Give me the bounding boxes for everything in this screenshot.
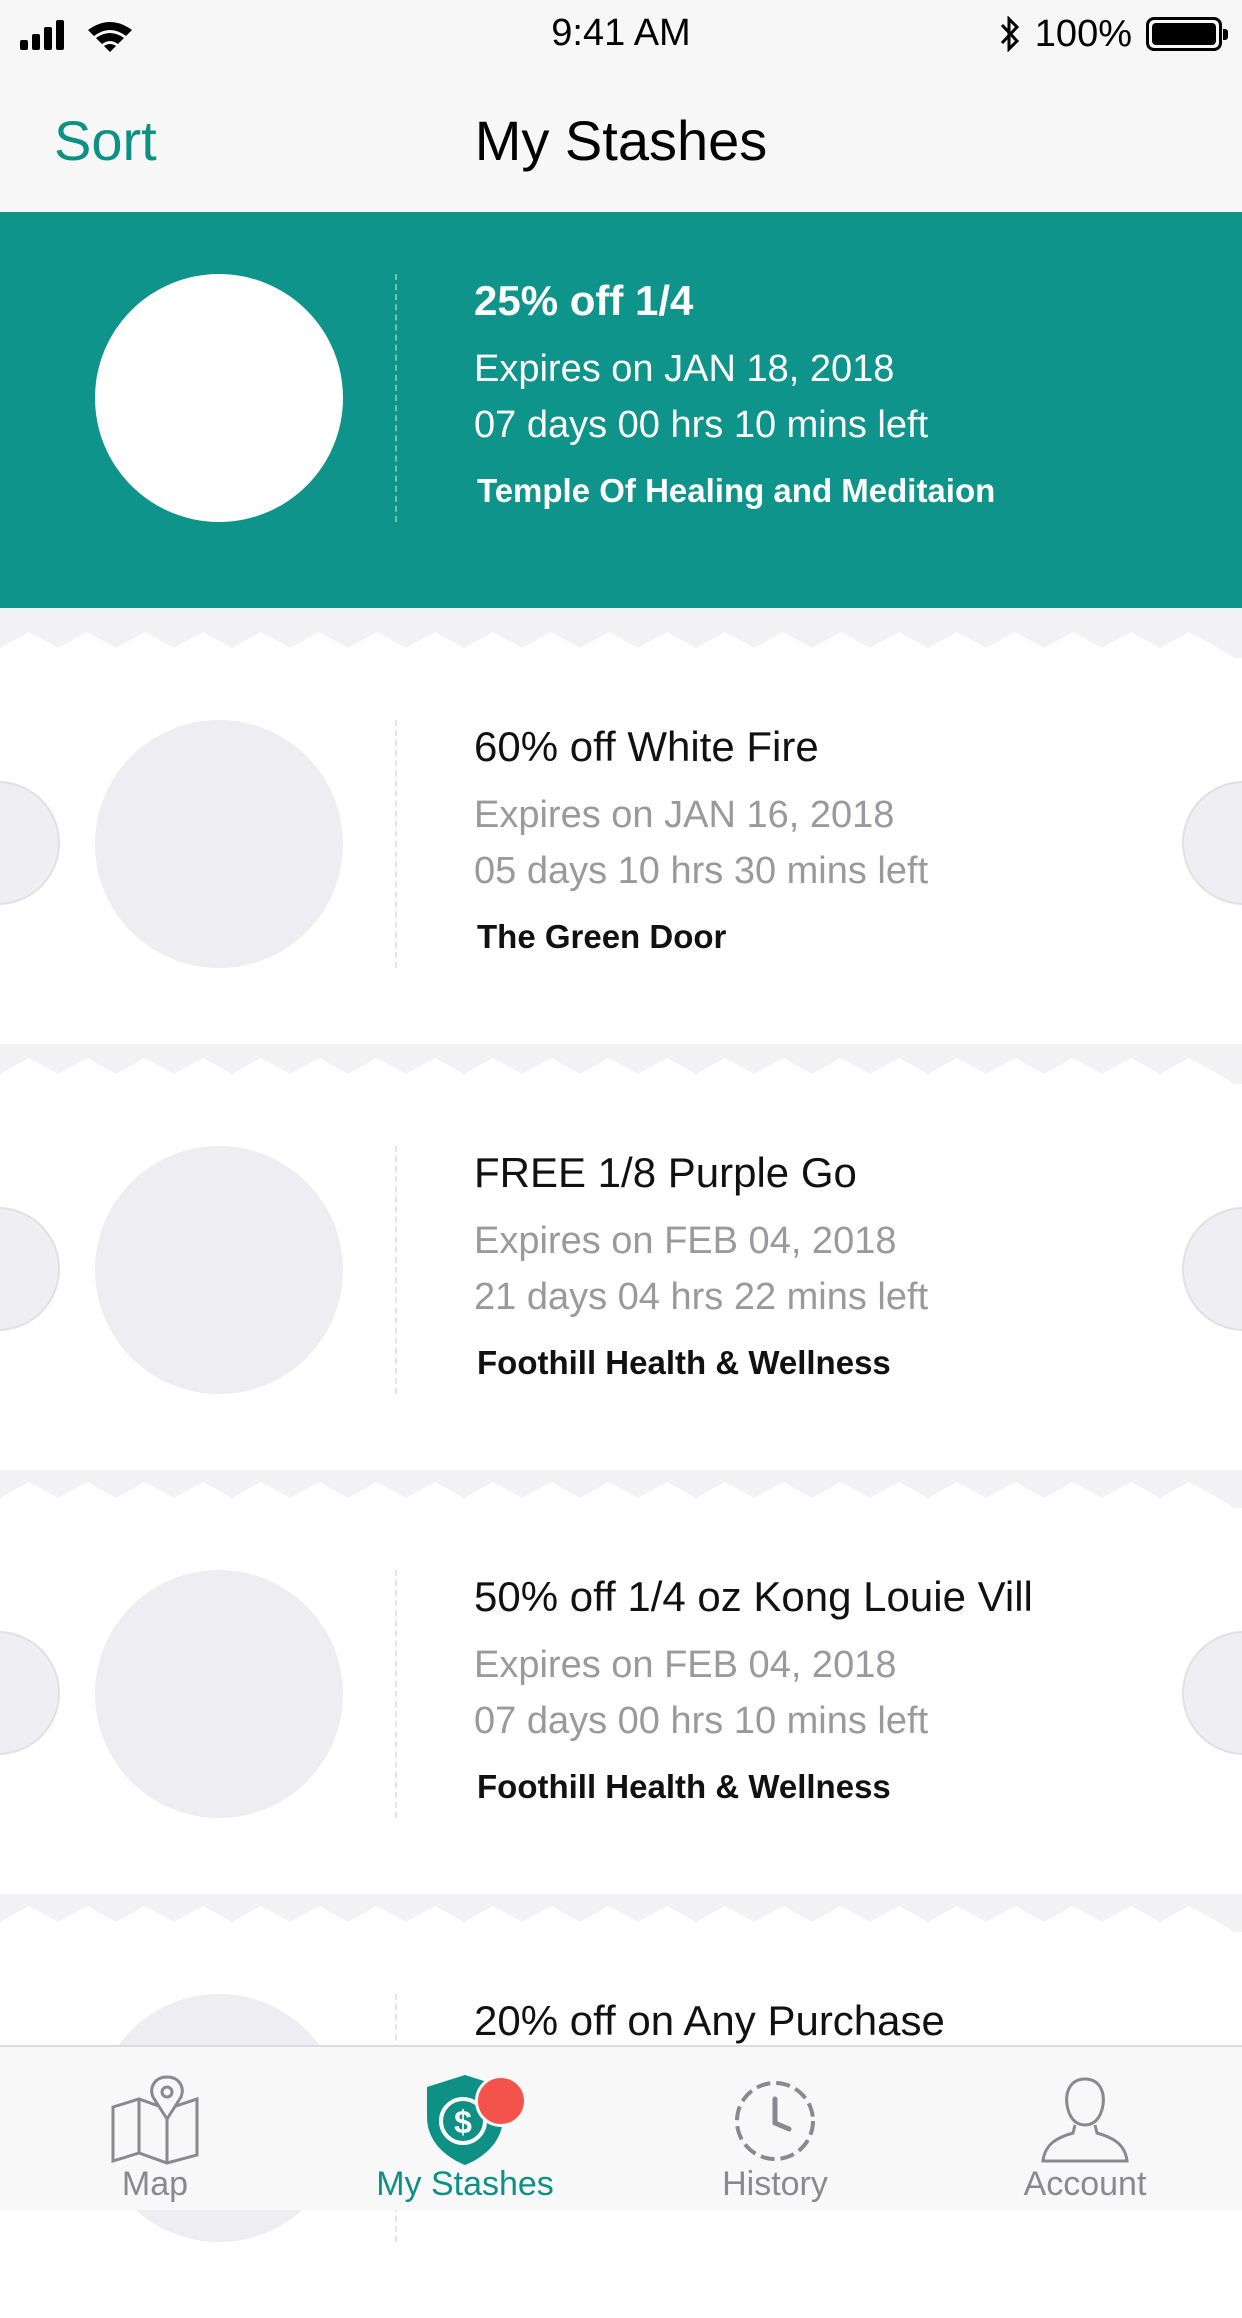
coupon-store: The Green Door xyxy=(477,918,727,955)
svg-text:$: $ xyxy=(454,2104,472,2140)
coupon-expiry: Expires on FEB 04, 2018 xyxy=(474,1644,897,1686)
coupon-time-left: 21 days 04 hrs 22 mins left xyxy=(474,1276,929,1318)
tab-bar: Map $ My Stashes History Account xyxy=(0,2045,1242,2210)
tab-my-stashes[interactable]: $ My Stashes xyxy=(310,2047,620,2210)
coupon-card[interactable]: 50% off 1/4 oz Kong Louie Vill Expires o… xyxy=(0,1508,1242,1894)
coupon-zigzag-edge xyxy=(0,1058,1242,1088)
tab-history[interactable]: History xyxy=(620,2047,930,2210)
tab-label: My Stashes xyxy=(376,2165,554,2203)
coupon-time-left: 07 days 00 hrs 10 mins left xyxy=(474,1700,929,1742)
coupon-logo xyxy=(95,274,343,522)
coupon-logo xyxy=(95,720,343,968)
coupon-title: 60% off White Fire xyxy=(474,723,819,770)
tab-account[interactable]: Account xyxy=(930,2047,1240,2210)
coupon-title: FREE 1/8 Purple Go xyxy=(474,1149,857,1196)
coupon-time-left: 05 days 10 hrs 30 mins left xyxy=(474,850,929,892)
battery-icon xyxy=(1146,17,1228,51)
coupon-zigzag-edge xyxy=(0,632,1242,662)
coupon-zigzag-edge xyxy=(0,1482,1242,1512)
navigation-bar: Sort My Stashes xyxy=(0,66,1242,213)
coupon-expiry: Expires on JAN 18, 2018 xyxy=(474,348,895,390)
coupon-logo xyxy=(95,1146,343,1394)
bluetooth-icon xyxy=(1000,16,1019,52)
battery-percent: 100% xyxy=(1034,12,1132,55)
coupon-divider xyxy=(395,1570,397,1818)
coupon-divider xyxy=(395,274,397,522)
coupon-store: Foothill Health & Wellness xyxy=(477,1768,891,1805)
tab-label: History xyxy=(722,2165,828,2203)
page-title: My Stashes xyxy=(474,109,768,172)
map-icon xyxy=(111,2075,199,2165)
notification-badge xyxy=(475,2075,527,2127)
coupon-zigzag-edge xyxy=(0,1906,1242,1936)
coupon-card[interactable]: FREE 1/8 Purple Go Expires on FEB 04, 20… xyxy=(0,1084,1242,1470)
coupon-divider xyxy=(395,1146,397,1394)
coupon-time-left: 07 days 00 hrs 10 mins left xyxy=(474,404,929,446)
coupon-title: 50% off 1/4 oz Kong Louie Vill xyxy=(474,1573,1033,1620)
coupon-expiry: Expires on JAN 16, 2018 xyxy=(474,794,895,836)
coupon-logo xyxy=(95,1570,343,1818)
coupon-store: Foothill Health & Wellness xyxy=(477,1344,891,1381)
coupon-card-active[interactable]: 25% off 1/4 Expires on JAN 18, 2018 07 d… xyxy=(0,212,1242,608)
coupon-store: Temple Of Healing and Meditaion xyxy=(477,472,996,509)
tab-label: Account xyxy=(1023,2165,1147,2203)
coupon-card[interactable]: 60% off White Fire Expires on JAN 16, 20… xyxy=(0,658,1242,1044)
active-coupon-zigzag-edge xyxy=(0,578,1242,608)
status-bar: 9:41 AM 100% xyxy=(0,0,1242,66)
coupon-title: 25% off 1/4 xyxy=(474,277,694,324)
tab-label: Map xyxy=(121,2165,189,2203)
tab-map[interactable]: Map xyxy=(0,2047,310,2210)
coupon-divider xyxy=(395,720,397,968)
coupon-expiry: Expires on FEB 04, 2018 xyxy=(474,1220,897,1262)
coupon-title: 20% off on Any Purchase xyxy=(474,1997,945,2044)
account-person-icon xyxy=(1041,2077,1129,2163)
history-clock-icon xyxy=(735,2081,815,2161)
